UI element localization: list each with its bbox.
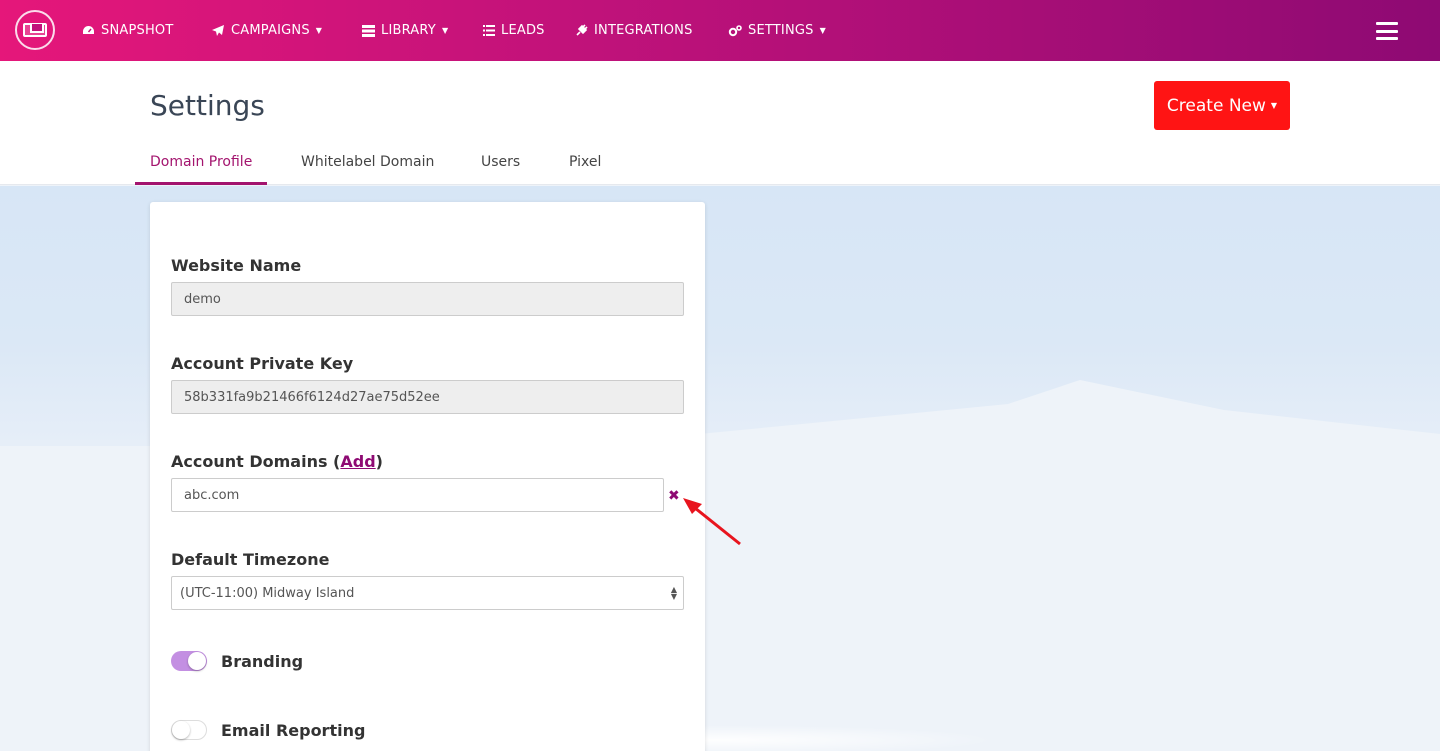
chevron-down-icon: ▼ [315, 26, 323, 35]
nav-campaigns[interactable]: CAMPAIGNS ▼ [211, 0, 322, 61]
nav-leads-label: LEADS [501, 23, 545, 38]
hamburger-menu-icon[interactable] [1376, 22, 1398, 40]
remove-domain-icon[interactable]: ✖ [668, 488, 680, 504]
chevron-down-icon: ▼ [1270, 101, 1278, 110]
default-timezone-label: Default Timezone [171, 550, 330, 569]
nav-integrations[interactable]: INTEGRATIONS [575, 0, 693, 61]
private-key-label: Account Private Key [171, 354, 354, 373]
server-icon [362, 24, 375, 37]
tab-whitelabel-domain[interactable]: Whitelabel Domain [301, 154, 434, 170]
paper-plane-icon [211, 24, 225, 37]
select-arrows-icon: ▲ ▼ [670, 585, 677, 601]
create-new-label: Create New [1166, 95, 1266, 116]
private-key-field[interactable]: 58b331fa9b21466f6124d27ae75d52ee [171, 380, 684, 414]
website-name-field[interactable]: demo [171, 282, 684, 316]
nav-snapshot-label: SNAPSHOT [101, 23, 174, 38]
nav-library-label: LIBRARY [381, 23, 436, 38]
email-reporting-toggle[interactable] [171, 720, 207, 740]
logo-icon [23, 23, 47, 37]
toggle-knob [172, 721, 190, 739]
create-new-button[interactable]: Create New ▼ [1154, 81, 1290, 130]
account-domains-label-text: Account Domains ( [171, 452, 341, 471]
active-tab-indicator [135, 182, 267, 185]
dashboard-icon [82, 25, 95, 36]
email-reporting-label: Email Reporting [221, 721, 366, 740]
logo[interactable] [15, 10, 55, 50]
page-header: Settings Create New ▼ Domain Profile Whi… [0, 61, 1440, 185]
toggle-knob [188, 652, 206, 670]
branding-toggle[interactable] [171, 651, 207, 671]
top-navbar: SNAPSHOT CAMPAIGNS ▼ LIBRARY ▼ LEADS INT… [0, 0, 1440, 61]
nav-leads[interactable]: LEADS [483, 0, 545, 61]
plug-icon [575, 24, 588, 37]
annotation-arrow-icon [680, 496, 744, 552]
chevron-down-icon: ▼ [441, 26, 449, 35]
website-name-label: Website Name [171, 256, 302, 275]
branding-label: Branding [221, 652, 304, 671]
nav-settings[interactable]: SETTINGS ▼ [728, 0, 826, 61]
timezone-selected-value: (UTC-11:00) Midway Island [180, 585, 355, 601]
tab-users[interactable]: Users [481, 154, 520, 170]
nav-snapshot[interactable]: SNAPSHOT [82, 0, 174, 61]
timezone-select[interactable]: (UTC-11:00) Midway Island ▲ ▼ [171, 576, 684, 610]
nav-settings-label: SETTINGS [748, 23, 814, 38]
cogs-icon [728, 24, 742, 37]
chevron-down-icon: ▼ [819, 26, 826, 35]
tab-domain-profile[interactable]: Domain Profile [150, 154, 252, 170]
account-domains-label: Account Domains (Add) [171, 452, 383, 471]
add-domain-link[interactable]: Add [340, 452, 375, 471]
account-domains-label-close: ) [375, 452, 383, 471]
page-title: Settings [150, 89, 265, 122]
domain-input[interactable]: abc.com [171, 478, 664, 512]
domain-profile-card: Website Name demo Account Private Key 58… [150, 202, 705, 751]
nav-integrations-label: INTEGRATIONS [594, 23, 693, 38]
list-icon [483, 25, 495, 36]
nav-library[interactable]: LIBRARY ▼ [362, 0, 448, 61]
tab-pixel[interactable]: Pixel [569, 154, 601, 170]
nav-campaigns-label: CAMPAIGNS [231, 23, 310, 38]
